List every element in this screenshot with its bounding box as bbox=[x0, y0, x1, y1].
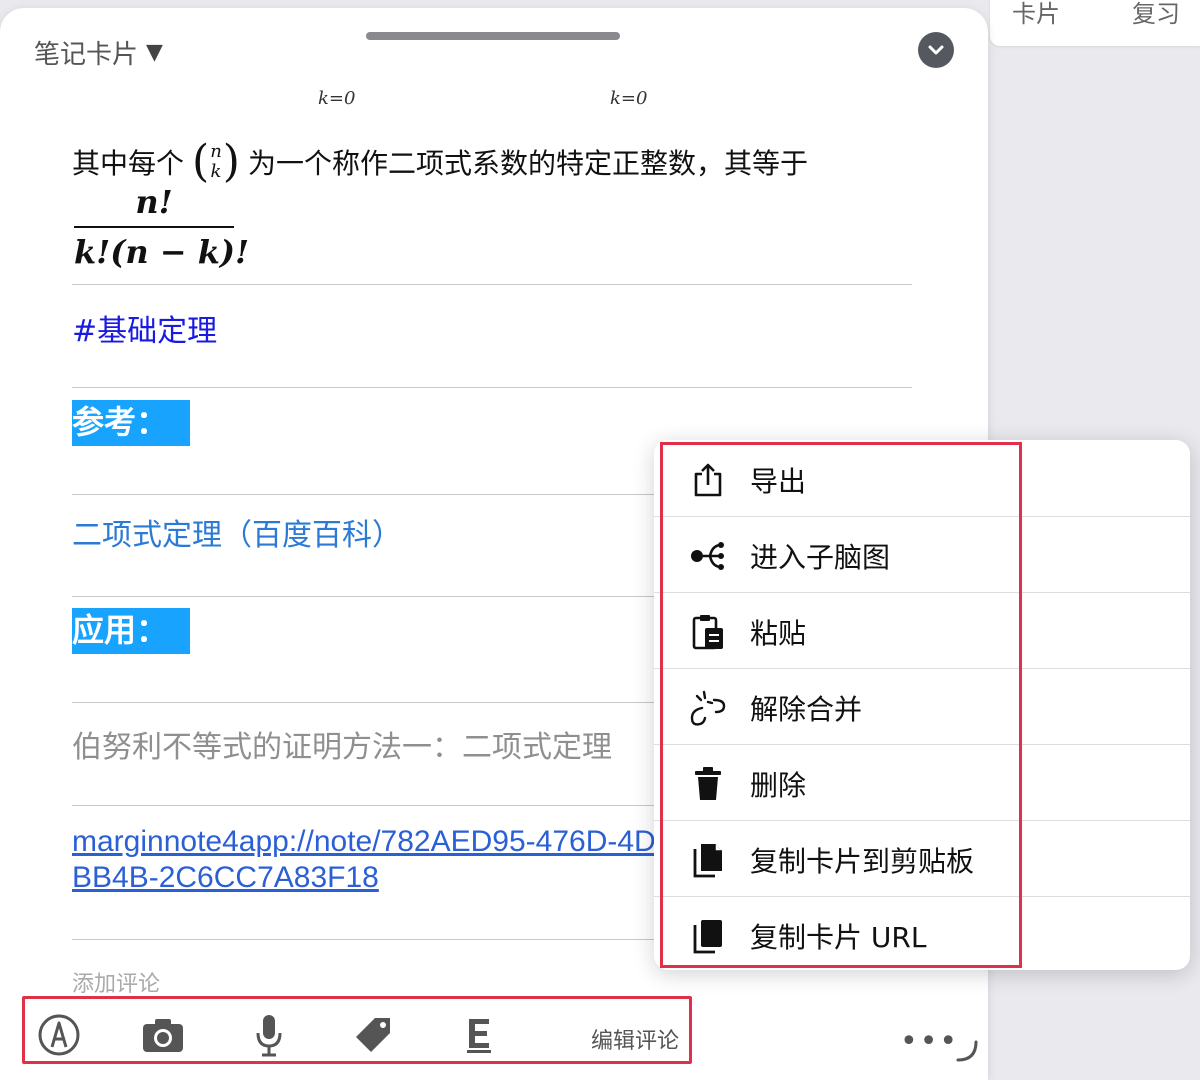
pen-icon bbox=[38, 1014, 80, 1056]
formula-text: 其中每个 ( n k ) 为一个称作二项式系数的特定正整数，其等于 bbox=[72, 140, 808, 184]
fraction-numerator: n! bbox=[135, 183, 173, 221]
copy-url-icon bbox=[693, 920, 722, 954]
paste-icon bbox=[692, 615, 723, 650]
menu-item-delete[interactable]: 删除 bbox=[654, 746, 1190, 822]
menu-item-copy-card[interactable]: 复制卡片到剪贴板 bbox=[654, 822, 1190, 898]
text-format-icon bbox=[467, 1019, 491, 1053]
camera-icon bbox=[143, 1019, 183, 1052]
tab-review[interactable]: 复习 bbox=[1132, 0, 1180, 29]
mindmap-icon bbox=[691, 542, 724, 570]
bottom-toolbar: 编辑评论 bbox=[22, 996, 692, 1064]
fraction-denominator: k!(n − k)! bbox=[74, 233, 250, 271]
binomial-coefficient: ( n k ) bbox=[192, 136, 240, 187]
menu-item-copy-card-url[interactable]: 复制卡片 URL bbox=[654, 898, 1190, 974]
menu-item-enter-submindmap[interactable]: 进入子脑图 bbox=[654, 518, 1190, 594]
share-icon bbox=[694, 463, 722, 497]
heading-application: 应用： bbox=[72, 608, 191, 654]
resize-handle-icon[interactable] bbox=[956, 1040, 978, 1062]
formula-suffix: 为一个称作二项式系数的特定正整数，其等于 bbox=[247, 147, 808, 180]
menu-item-paste[interactable]: 粘贴 bbox=[654, 594, 1190, 670]
menu-separator bbox=[654, 820, 1190, 821]
menu-item-label: 粘贴 bbox=[750, 617, 807, 650]
divider bbox=[72, 284, 912, 285]
menu-separator bbox=[654, 668, 1190, 669]
menu-item-label: 导出 bbox=[750, 465, 807, 498]
microphone-icon bbox=[256, 1015, 282, 1057]
tag-button[interactable] bbox=[351, 1013, 395, 1057]
note-url-link[interactable]: marginnote4app://note/782AED95-476D-4DBB… bbox=[72, 824, 672, 896]
background-tab-bar: 卡片 复习 bbox=[990, 0, 1200, 46]
formula-fragment: k=0 bbox=[318, 88, 356, 109]
edit-comment-button[interactable]: 编辑评论 bbox=[591, 1023, 679, 1055]
camera-button[interactable] bbox=[141, 1013, 185, 1057]
tab-cards[interactable]: 卡片 bbox=[1012, 0, 1060, 29]
copy-icon bbox=[693, 844, 722, 878]
more-options-button[interactable]: ••• bbox=[900, 1024, 959, 1059]
unlink-icon bbox=[690, 690, 726, 726]
menu-separator bbox=[654, 744, 1190, 745]
add-comment-placeholder[interactable]: 添加评论 bbox=[72, 966, 160, 998]
caret-down-icon: ▼ bbox=[146, 40, 163, 65]
application-note[interactable]: 伯努利不等式的证明方法一：二项式定理 bbox=[72, 722, 612, 766]
fraction-bar bbox=[74, 226, 234, 228]
fraction: n! k!(n − k)! bbox=[74, 182, 249, 274]
menu-separator bbox=[654, 592, 1190, 593]
panel-title-dropdown[interactable]: 笔记卡片 ▼ bbox=[34, 34, 163, 71]
reference-link[interactable]: 二项式定理（百度百科） bbox=[72, 510, 402, 554]
menu-item-export[interactable]: 导出 bbox=[654, 442, 1190, 518]
drag-handle[interactable] bbox=[366, 32, 620, 40]
pen-button[interactable] bbox=[37, 1013, 81, 1057]
menu-separator bbox=[654, 516, 1190, 517]
menu-item-label: 复制卡片到剪贴板 bbox=[750, 845, 975, 878]
text-format-button[interactable] bbox=[457, 1013, 501, 1057]
menu-item-label: 进入子脑图 bbox=[750, 541, 891, 574]
formula-prefix: 其中每个 bbox=[72, 147, 185, 180]
binom-top: n bbox=[210, 141, 222, 162]
menu-item-unmerge[interactable]: 解除合并 bbox=[654, 670, 1190, 746]
divider bbox=[72, 387, 912, 388]
panel-title: 笔记卡片 bbox=[34, 40, 139, 70]
heading-reference: 参考： bbox=[72, 400, 191, 446]
tag-icon bbox=[356, 1018, 390, 1052]
collapse-button[interactable] bbox=[918, 32, 954, 68]
binom-bottom: k bbox=[210, 161, 222, 182]
menu-item-label: 复制卡片 URL bbox=[750, 921, 927, 954]
trash-icon bbox=[695, 767, 721, 800]
formula-fragment: k=0 bbox=[610, 88, 648, 109]
chevron-down-icon bbox=[928, 45, 944, 55]
context-menu: 导出 进入子脑图 粘贴 解除合并 删除 复制卡片到剪贴板 复制卡片 URL bbox=[654, 440, 1190, 970]
menu-item-label: 解除合并 bbox=[750, 693, 863, 726]
menu-item-label: 删除 bbox=[750, 769, 807, 802]
menu-separator bbox=[654, 896, 1190, 897]
microphone-button[interactable] bbox=[247, 1013, 291, 1057]
hashtag[interactable]: #基础定理 bbox=[72, 306, 217, 350]
